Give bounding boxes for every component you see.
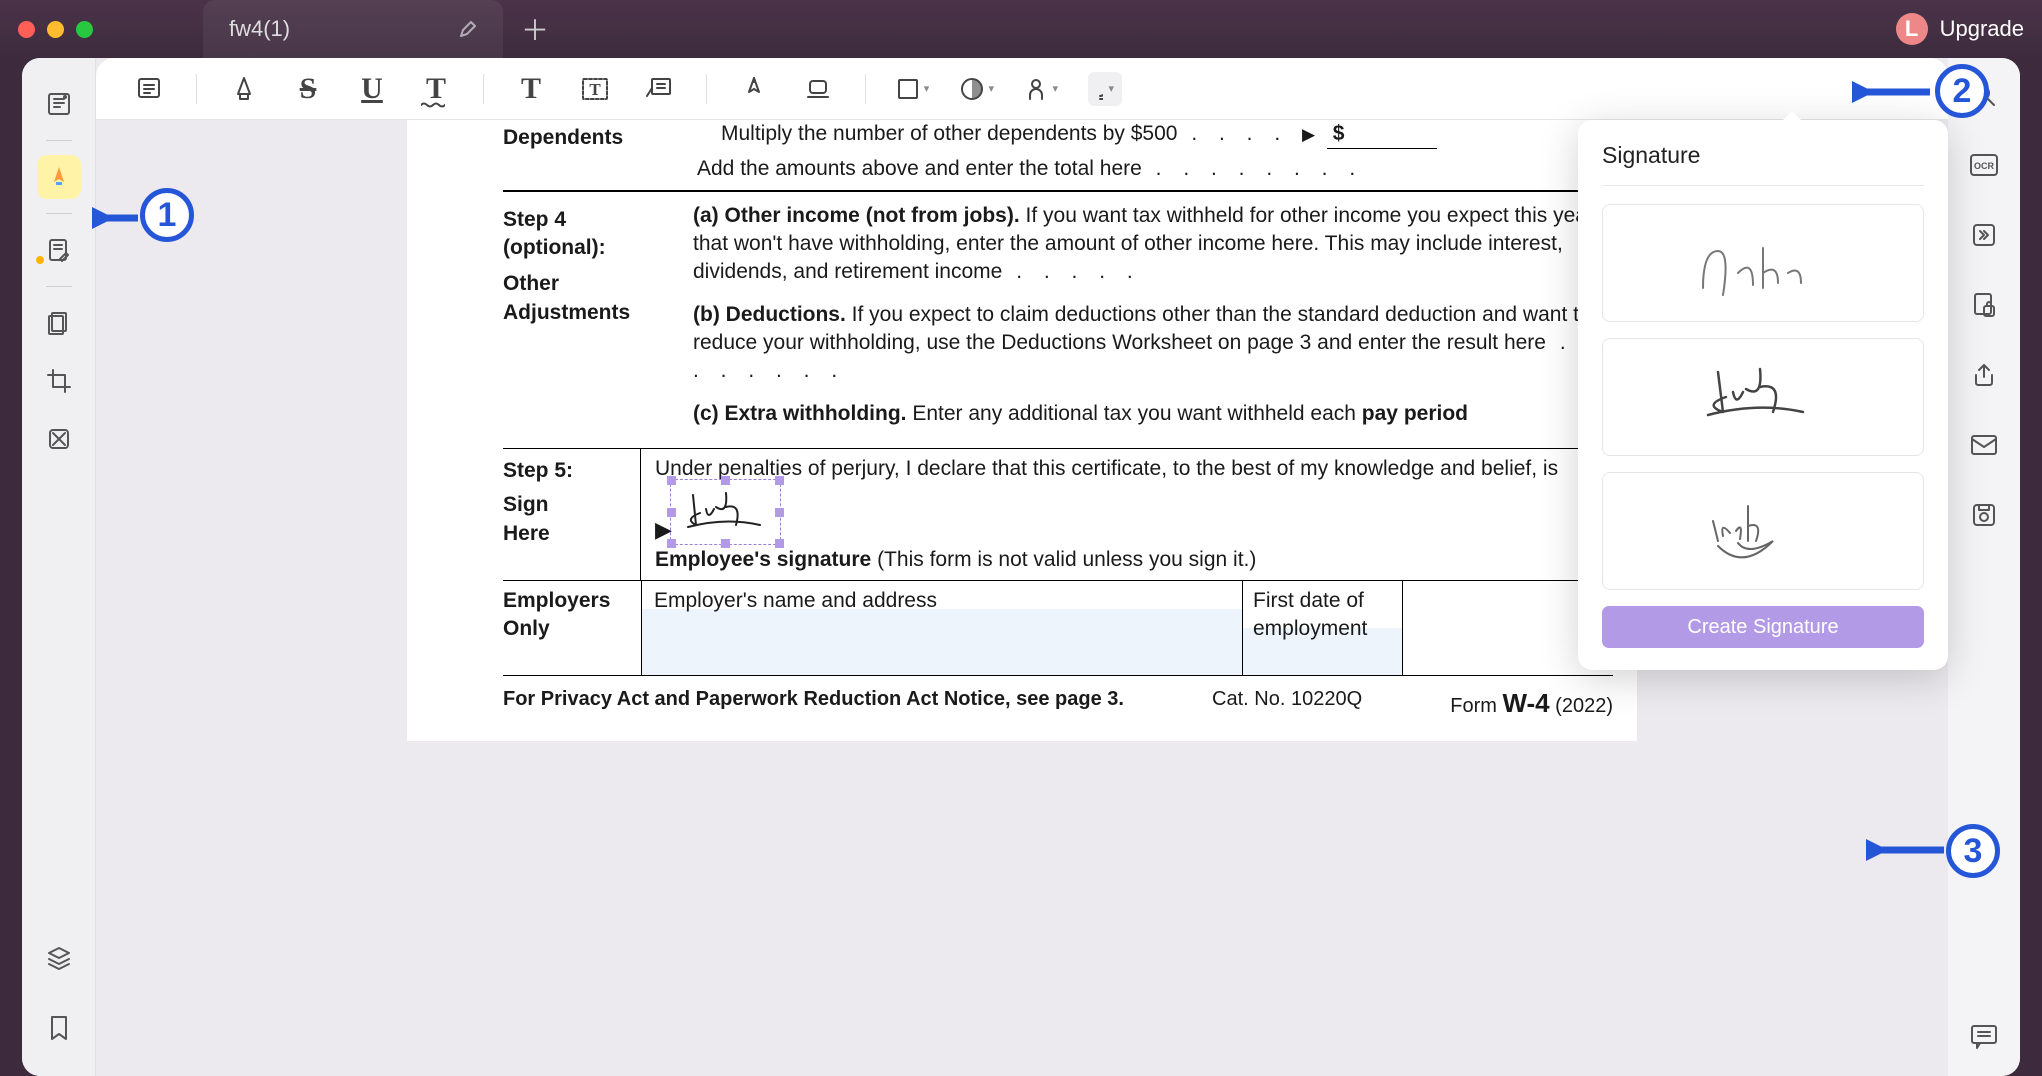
color-dropdown[interactable]: [960, 72, 994, 106]
pencil-icon[interactable]: [459, 20, 477, 38]
squiggly-icon[interactable]: T: [419, 72, 453, 106]
edit-mode-button[interactable]: [37, 228, 81, 272]
lock-icon[interactable]: [1969, 290, 1999, 320]
right-arrow-icon: ▶: [1302, 125, 1315, 144]
text-box-icon[interactable]: T: [578, 72, 612, 106]
first-date-field[interactable]: First date of employment: [1243, 581, 1403, 675]
upgrade-label: Upgrade: [1940, 16, 2024, 42]
panel-caret: [1782, 111, 1802, 121]
mail-icon[interactable]: [1969, 430, 1999, 460]
underline-icon[interactable]: U: [355, 72, 389, 106]
redact-mode-button[interactable]: [37, 417, 81, 461]
avatar[interactable]: L: [1896, 13, 1928, 45]
content-area: S U T T T Signature: [96, 58, 1948, 1076]
svg-text:T: T: [589, 80, 601, 99]
callout-1: 1: [140, 188, 194, 242]
left-sidebar: [22, 58, 96, 1076]
signature-panel-title: Signature: [1602, 142, 1924, 169]
active-indicator-dot: [36, 256, 44, 264]
employer-name-field[interactable]: Employer's name and address: [641, 581, 1243, 675]
multiply-line: Multiply the number of other dependents …: [721, 122, 1177, 145]
highlighter-icon[interactable]: [227, 72, 261, 106]
share-icon[interactable]: [1969, 360, 1999, 390]
signature-item-2[interactable]: [1602, 338, 1924, 456]
new-tab-button[interactable]: ＋: [521, 9, 549, 49]
callout-3: 3: [1946, 824, 2000, 878]
convert-icon[interactable]: [1969, 220, 1999, 250]
svg-text:OCR: OCR: [1974, 161, 1995, 171]
crop-mode-button[interactable]: [37, 359, 81, 403]
upgrade-area[interactable]: L Upgrade: [1896, 13, 2024, 45]
annotation-toolbar: S U T T T: [96, 58, 1948, 120]
titlebar: fw4(1) ＋ L Upgrade: [0, 0, 2042, 58]
step4-label: Step 4 (optional): Other Adjustments: [503, 202, 693, 428]
pencil-draw-icon[interactable]: [737, 72, 771, 106]
reader-mode-button[interactable]: [37, 82, 81, 126]
eraser-icon[interactable]: [801, 72, 835, 106]
document-tab[interactable]: fw4(1): [203, 0, 503, 58]
ocr-icon[interactable]: OCR: [1969, 150, 1999, 180]
add-line: Add the amounts above and enter the tota…: [697, 157, 1142, 180]
employers-section: Employers Only Employer's name and addre…: [503, 581, 1613, 676]
annotate-mode-button[interactable]: [37, 155, 81, 199]
bookmark-button[interactable]: [37, 1006, 81, 1050]
callout-arrow-2: [1852, 80, 1934, 104]
page-mode-button[interactable]: [37, 301, 81, 345]
signature-panel: Signature Create Signature: [1578, 120, 1948, 670]
create-signature-button[interactable]: Create Signature: [1602, 606, 1924, 648]
callout-arrow-1: [92, 206, 142, 230]
callout-2: 2: [1935, 64, 1989, 118]
callout-arrow-3: [1866, 838, 1948, 862]
right-sidebar: OCR: [1948, 58, 2020, 1076]
save-icon[interactable]: [1969, 500, 1999, 530]
dollar-field[interactable]: $: [1327, 120, 1437, 149]
tab-title: fw4(1): [229, 16, 290, 42]
document-page: Dependents Multiply the number of other …: [407, 120, 1637, 741]
maximize-window-button[interactable]: [76, 21, 93, 38]
page-footer: For Privacy Act and Paperwork Reduction …: [503, 676, 1613, 721]
dependents-label: Dependents: [503, 120, 693, 184]
callout-icon[interactable]: [642, 72, 676, 106]
window-controls: [18, 21, 93, 38]
signature-item-1[interactable]: [1602, 204, 1924, 322]
layers-button[interactable]: [37, 936, 81, 980]
minimize-window-button[interactable]: [47, 21, 64, 38]
signature-dropdown[interactable]: [1088, 72, 1122, 106]
shape-dropdown[interactable]: [896, 72, 930, 106]
text-icon[interactable]: T: [514, 72, 548, 106]
placed-signature[interactable]: [678, 487, 773, 537]
strikethrough-icon[interactable]: S: [291, 72, 325, 106]
app-window: S U T T T Signature: [22, 58, 2020, 1076]
stamp-dropdown[interactable]: [1024, 72, 1058, 106]
note-icon[interactable]: [132, 72, 166, 106]
signature-section: Step 5: Sign Here Under penalties of per…: [503, 448, 1613, 581]
comment-icon[interactable]: [1969, 1022, 1999, 1052]
perjury-text: Under penalties of perjury, I declare th…: [655, 455, 1599, 483]
close-window-button[interactable]: [18, 21, 35, 38]
signature-item-3[interactable]: [1602, 472, 1924, 590]
